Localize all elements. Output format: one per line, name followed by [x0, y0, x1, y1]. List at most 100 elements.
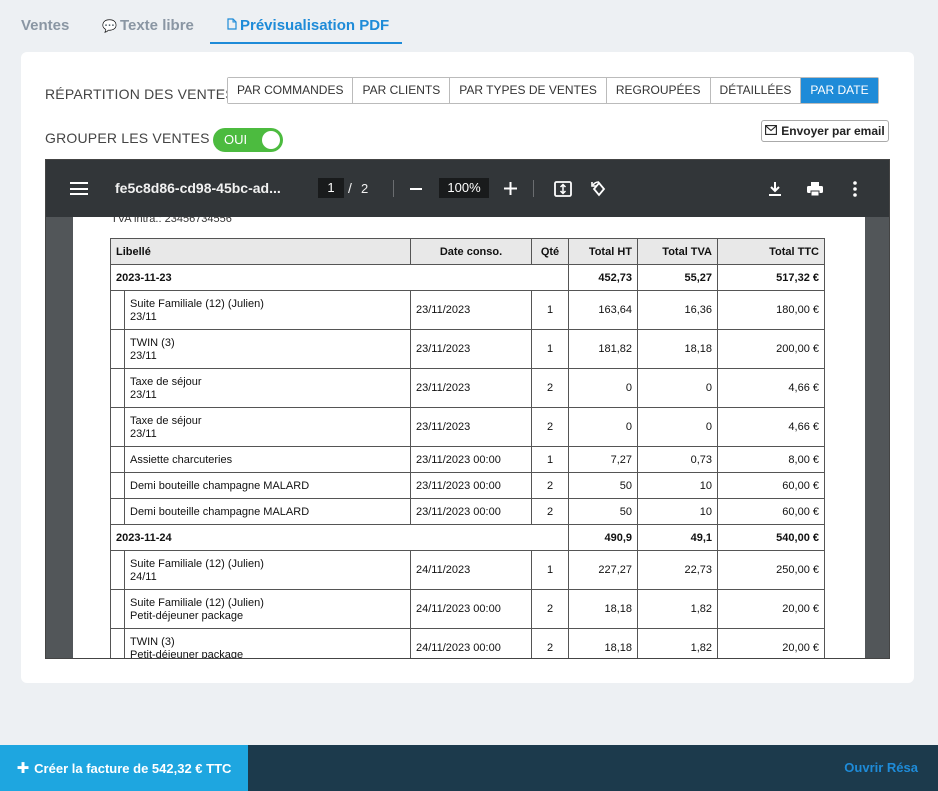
item-libelle: Taxe de séjour 23/11 — [124, 407, 411, 447]
item-label: Taxe de séjour — [130, 414, 202, 427]
item-qty: 2 — [531, 589, 569, 629]
item-total-ttc: 60,00 € — [717, 498, 825, 525]
indent-cell — [110, 498, 125, 525]
fit-page-icon[interactable] — [553, 179, 573, 199]
repartition-label: RÉPARTITION DES VENTES — [45, 86, 235, 102]
group-total-tva: 55,27 — [637, 264, 718, 291]
item-label: Suite Familiale (12) (Julien) — [130, 557, 264, 570]
header-qte: Qté — [531, 238, 569, 265]
repartition-option-par-date[interactable]: PAR DATE — [801, 78, 878, 103]
page-number-input[interactable]: 1 — [318, 178, 344, 198]
item-qty: 1 — [531, 329, 569, 369]
item-sublabel: 23/11 — [130, 388, 157, 401]
item-label: Suite Familiale (12) (Julien) — [130, 297, 264, 310]
item-qty: 1 — [531, 290, 569, 330]
table-row: Demi bouteille champagne MALARD 23/11/202… — [110, 498, 825, 525]
group-date: 2023-11-24 — [110, 524, 569, 551]
item-qty: 1 — [531, 550, 569, 590]
menu-icon[interactable] — [70, 182, 88, 195]
header-total-tva: Total TVA — [637, 238, 718, 265]
envoyer-par-email-button[interactable]: Envoyer par email — [761, 120, 889, 142]
item-total-ht: 50 — [568, 498, 638, 525]
item-label: TWIN (3) — [130, 336, 175, 349]
item-total-tva: 0,73 — [637, 446, 718, 473]
item-total-ht: 18,18 — [568, 589, 638, 629]
item-date: 23/11/2023 — [410, 329, 532, 369]
header-date-conso: Date conso. — [410, 238, 532, 265]
item-total-tva: 1,82 — [637, 589, 718, 629]
creer-facture-label: Créer la facture de 542,32 € TTC — [34, 760, 232, 776]
group-total-ht: 452,73 — [568, 264, 638, 291]
indent-cell — [110, 290, 125, 330]
table-row: Suite Familiale (12) (Julien) Petit-déjeu… — [110, 589, 825, 629]
zoom-out-icon[interactable] — [410, 188, 422, 190]
table-row: Suite Familiale (12) (Julien) 24/11 24/11/… — [110, 550, 825, 590]
item-total-tva: 0 — [637, 407, 718, 447]
active-tab-indicator — [210, 42, 402, 44]
toggle-knob — [262, 131, 280, 149]
table-row: Suite Familiale (12) (Julien) 23/11 23/11/… — [110, 290, 825, 330]
pdf-file-icon — [227, 18, 237, 33]
tab-texte-libre[interactable]: 💬 Texte libre — [102, 17, 194, 34]
group-total-ht: 490,9 — [568, 524, 638, 551]
item-qty: 2 — [531, 498, 569, 525]
item-qty: 2 — [531, 472, 569, 499]
download-icon[interactable] — [765, 179, 785, 199]
indent-cell — [110, 329, 125, 369]
group-row: 2023-11-23 452,73 55,27 517,32 € — [110, 264, 825, 291]
repartition-option-par-clients[interactable]: PAR CLIENTS — [353, 78, 451, 103]
zoom-in-icon[interactable] — [504, 182, 517, 195]
indent-cell — [110, 628, 125, 658]
item-qty: 2 — [531, 628, 569, 658]
plus-icon: ✚ — [16, 760, 30, 777]
item-label: Taxe de séjour — [130, 375, 202, 388]
print-icon[interactable] — [805, 179, 825, 199]
ouvrir-resa-link[interactable]: Ouvrir Résa — [844, 760, 918, 775]
item-label: TWIN (3) — [130, 635, 175, 648]
item-total-ttc: 60,00 € — [717, 472, 825, 499]
tab-bar: Ventes 💬 Texte libre Prévisualisation PDF — [0, 0, 938, 45]
envoyer-par-email-label: Envoyer par email — [781, 124, 885, 138]
tab-ventes[interactable]: Ventes — [21, 17, 69, 34]
item-total-ht: 0 — [568, 368, 638, 408]
item-libelle: Suite Familiale (12) (Julien) Petit-déjeu… — [124, 589, 411, 629]
item-total-ttc: 4,66 € — [717, 368, 825, 408]
header-total-ttc: Total TTC — [717, 238, 825, 265]
indent-cell — [110, 446, 125, 473]
header-libelle: Libellé — [110, 238, 411, 265]
toolbar-divider — [393, 180, 394, 197]
speech-bubble-icon: 💬 — [102, 19, 117, 33]
item-sublabel: 23/11 — [130, 427, 157, 440]
rotate-icon[interactable] — [589, 179, 609, 199]
grouper-ventes-toggle[interactable]: OUI — [213, 128, 283, 152]
repartition-option-par-commandes[interactable]: PAR COMMANDES — [228, 78, 354, 103]
item-total-ht: 227,27 — [568, 550, 638, 590]
item-total-ttc: 200,00 € — [717, 329, 825, 369]
tva-intra-text: TVA intra.: 23456734556 — [111, 217, 232, 225]
zoom-level-input[interactable]: 100% — [439, 178, 489, 198]
table-row: Taxe de séjour 23/11 23/11/2023 2 0 0 4,66 € — [110, 368, 825, 408]
item-date: 23/11/2023 — [410, 407, 532, 447]
item-libelle: TWIN (3) Petit-déjeuner package — [124, 628, 411, 658]
group-row: 2023-11-24 490,9 49,1 540,00 € — [110, 524, 825, 551]
group-total-ttc: 517,32 € — [717, 264, 825, 291]
indent-cell — [110, 550, 125, 590]
item-label: Demi bouteille champagne MALARD — [130, 505, 310, 518]
item-date: 23/11/2023 — [410, 290, 532, 330]
indent-cell — [110, 407, 125, 447]
indent-cell — [110, 472, 125, 499]
repartition-option-regroupees[interactable]: REGROUPÉES — [606, 78, 711, 103]
toggle-label: OUI — [224, 132, 248, 147]
creer-facture-button[interactable]: ✚ Créer la facture de 542,32 € TTC — [0, 745, 248, 791]
group-total-tva: 49,1 — [637, 524, 718, 551]
tab-previsualisation-pdf[interactable]: Prévisualisation PDF — [227, 17, 389, 34]
repartition-option-detaillees[interactable]: DÉTAILLÉES — [710, 78, 802, 103]
more-options-icon[interactable] — [845, 179, 865, 199]
item-total-tva: 18,18 — [637, 329, 718, 369]
repartition-option-par-types-de-ventes[interactable]: PAR TYPES DE VENTES — [450, 78, 607, 103]
item-date: 24/11/2023 — [410, 550, 532, 590]
item-libelle: Demi bouteille champagne MALARD — [124, 498, 411, 525]
item-total-tva: 22,73 — [637, 550, 718, 590]
item-date: 23/11/2023 00:00 — [410, 472, 532, 499]
item-total-tva: 10 — [637, 498, 718, 525]
